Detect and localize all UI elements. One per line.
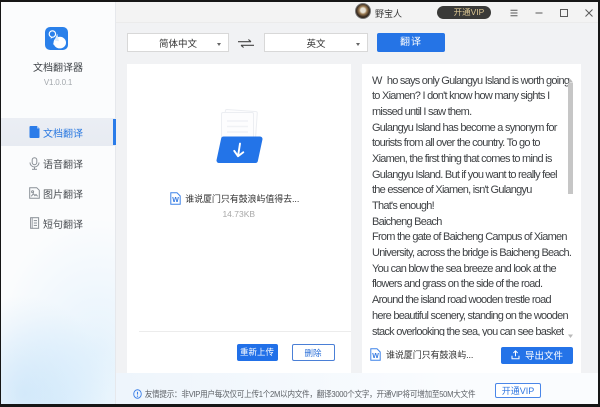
svg-text:W: W xyxy=(372,353,379,360)
svg-text:W: W xyxy=(172,197,179,204)
